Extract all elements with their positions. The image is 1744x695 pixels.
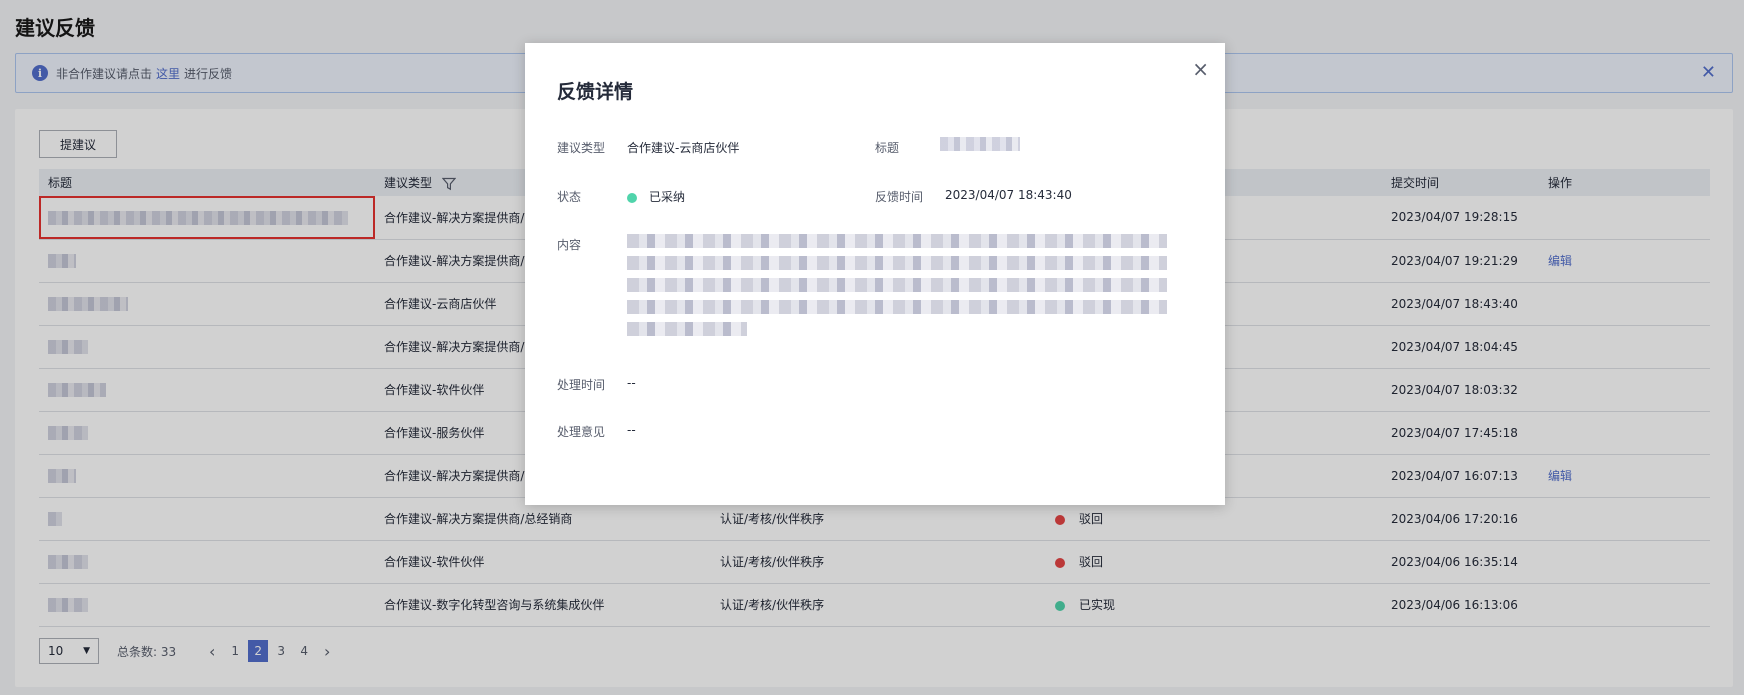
status-dot-icon bbox=[627, 192, 637, 203]
content-line-redacted bbox=[627, 278, 1167, 292]
content-label: 内容 bbox=[557, 238, 582, 252]
content-line-redacted bbox=[627, 322, 747, 336]
feedback-time-value: 2023/04/07 18:43:40 bbox=[945, 188, 1072, 202]
type-value: 合作建议-云商店伙伴 bbox=[627, 141, 740, 155]
content-line-redacted bbox=[627, 234, 1167, 248]
title-value-redacted bbox=[940, 137, 1020, 151]
close-icon[interactable]: × bbox=[1192, 57, 1209, 81]
process-time-value: -- bbox=[627, 376, 636, 390]
opinion-value: -- bbox=[627, 423, 636, 437]
type-label: 建议类型 bbox=[557, 141, 606, 155]
opinion-label: 处理意见 bbox=[557, 425, 606, 439]
modal-title: 反馈详情 bbox=[557, 81, 634, 103]
content-line-redacted bbox=[627, 300, 1167, 314]
feedback-detail-modal: 反馈详情 × 建议类型 合作建议-云商店伙伴 标题 状态 已采纳 反馈时间 20… bbox=[525, 43, 1225, 505]
title-label: 标题 bbox=[875, 141, 900, 155]
content-line-redacted bbox=[627, 256, 1167, 270]
feedback-time-label: 反馈时间 bbox=[875, 190, 924, 204]
process-time-label: 处理时间 bbox=[557, 378, 606, 392]
page: 建议反馈 i 非合作建议请点击 这里 进行反馈 ✕ 提建议 标题 建议类型 提交… bbox=[0, 0, 1744, 695]
status-value: 已采纳 bbox=[627, 188, 685, 205]
status-label: 状态 bbox=[557, 190, 582, 204]
